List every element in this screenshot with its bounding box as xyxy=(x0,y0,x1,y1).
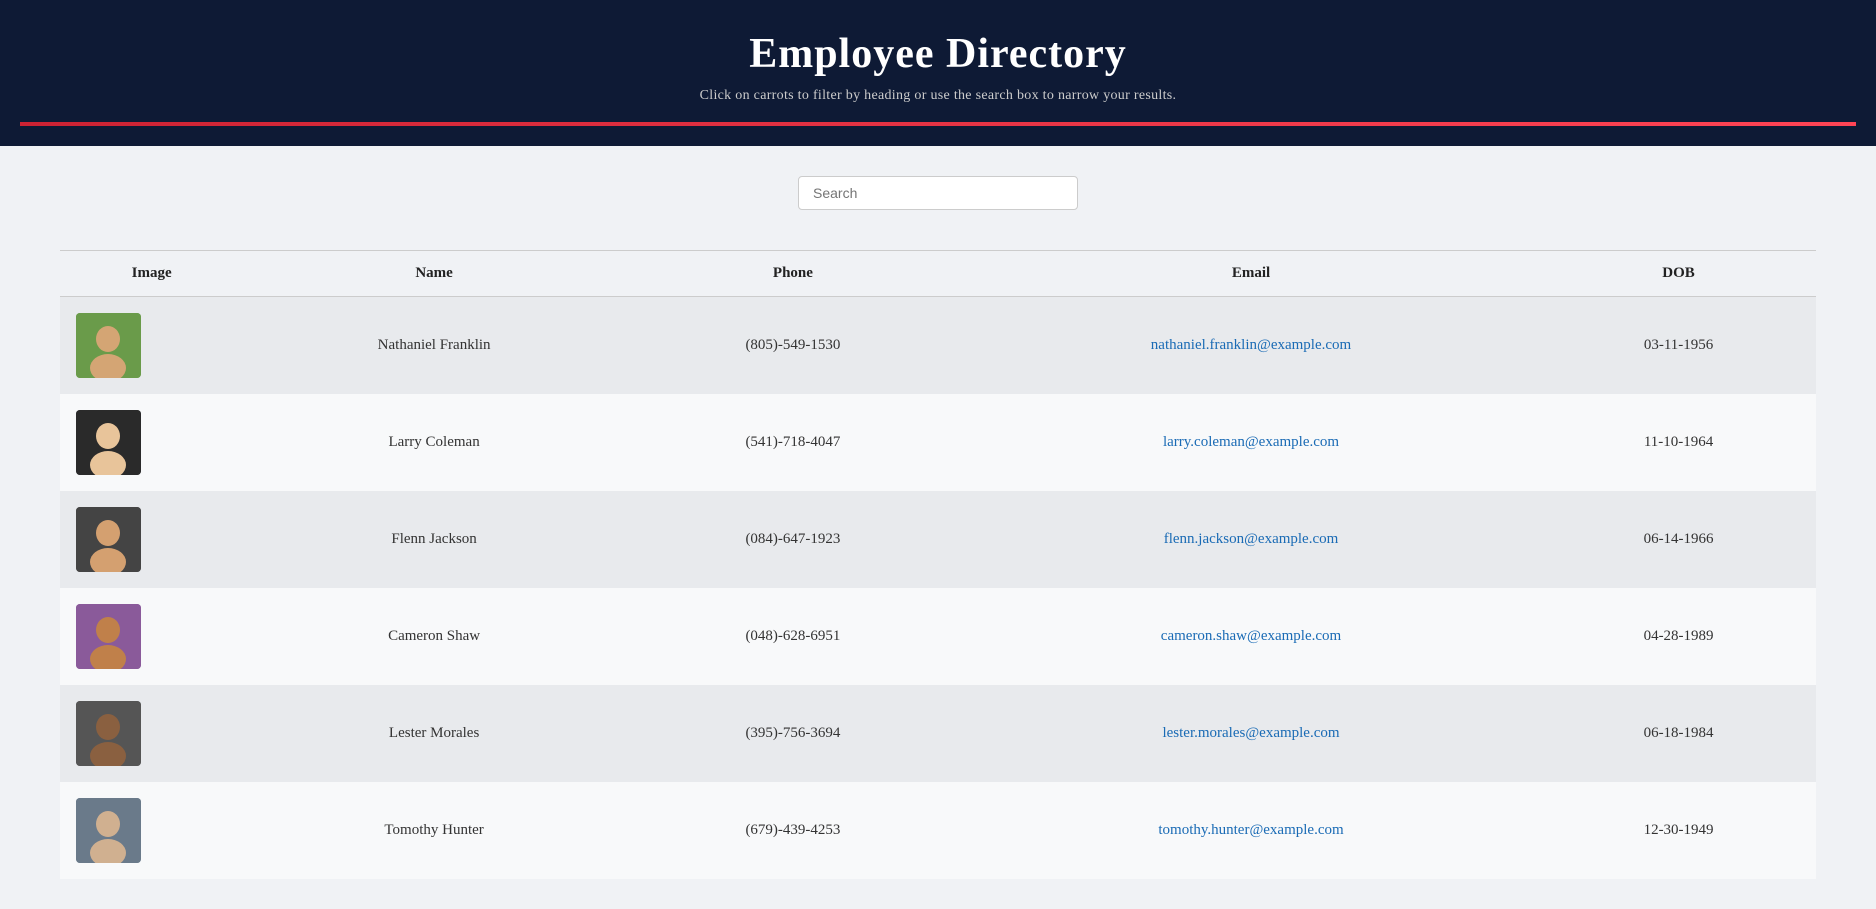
avatar xyxy=(76,798,141,863)
avatar xyxy=(76,313,141,378)
employee-dob: 04-28-1989 xyxy=(1541,588,1816,685)
avatar xyxy=(76,507,141,572)
employee-email-link[interactable]: nathaniel.franklin@example.com xyxy=(1151,337,1351,353)
employee-image-cell xyxy=(60,685,243,782)
employee-email[interactable]: flenn.jackson@example.com xyxy=(961,491,1541,588)
employee-email[interactable]: lester.morales@example.com xyxy=(961,685,1541,782)
employee-email-link[interactable]: cameron.shaw@example.com xyxy=(1161,628,1341,644)
table-row: Larry Coleman(541)-718-4047 larry.coleman… xyxy=(60,394,1816,491)
employee-name: Lester Morales xyxy=(243,685,625,782)
col-header-dob[interactable]: DOB xyxy=(1541,251,1816,297)
employee-phone: (048)-628-6951 xyxy=(625,588,961,685)
search-input[interactable] xyxy=(798,176,1078,210)
avatar xyxy=(76,701,141,766)
employee-image-cell xyxy=(60,297,243,395)
employee-name: Larry Coleman xyxy=(243,394,625,491)
col-header-image[interactable]: Image xyxy=(60,251,243,297)
col-header-email[interactable]: Email xyxy=(961,251,1541,297)
page-header: Employee Directory Click on carrots to f… xyxy=(0,0,1876,146)
employee-email[interactable]: larry.coleman@example.com xyxy=(961,394,1541,491)
employee-phone: (395)-756-3694 xyxy=(625,685,961,782)
employee-name: Cameron Shaw xyxy=(243,588,625,685)
employee-dob: 06-18-1984 xyxy=(1541,685,1816,782)
table-row: Nathaniel Franklin(805)-549-1530 nathanie… xyxy=(60,297,1816,395)
table-container: Image Name Phone Email DOB Nathaniel Fra… xyxy=(0,240,1876,909)
page-title: Employee Directory xyxy=(20,30,1856,78)
search-area xyxy=(0,146,1876,240)
employee-image-cell xyxy=(60,491,243,588)
employee-name: Flenn Jackson xyxy=(243,491,625,588)
employee-email-link[interactable]: tomothy.hunter@example.com xyxy=(1158,822,1343,838)
employee-dob: 11-10-1964 xyxy=(1541,394,1816,491)
page-subtitle: Click on carrots to filter by heading or… xyxy=(20,88,1856,104)
employee-email-link[interactable]: flenn.jackson@example.com xyxy=(1164,531,1339,547)
employee-dob: 03-11-1956 xyxy=(1541,297,1816,395)
employee-name: Tomothy Hunter xyxy=(243,782,625,879)
employee-phone: (805)-549-1530 xyxy=(625,297,961,395)
employee-table: Image Name Phone Email DOB Nathaniel Fra… xyxy=(60,250,1816,879)
employee-name: Nathaniel Franklin xyxy=(243,297,625,395)
employee-image-cell xyxy=(60,394,243,491)
employee-email[interactable]: tomothy.hunter@example.com xyxy=(961,782,1541,879)
table-body: Nathaniel Franklin(805)-549-1530 nathanie… xyxy=(60,297,1816,880)
employee-email-link[interactable]: larry.coleman@example.com xyxy=(1163,434,1339,450)
table-row: Flenn Jackson(084)-647-1923 flenn.jackson… xyxy=(60,491,1816,588)
header-divider xyxy=(20,122,1856,126)
avatar xyxy=(76,410,141,475)
employee-dob: 12-30-1949 xyxy=(1541,782,1816,879)
employee-dob: 06-14-1966 xyxy=(1541,491,1816,588)
employee-phone: (084)-647-1923 xyxy=(625,491,961,588)
employee-image-cell xyxy=(60,588,243,685)
table-row: Cameron Shaw(048)-628-6951 cameron.shaw@e… xyxy=(60,588,1816,685)
employee-phone: (679)-439-4253 xyxy=(625,782,961,879)
employee-image-cell xyxy=(60,782,243,879)
employee-phone: (541)-718-4047 xyxy=(625,394,961,491)
table-row: Tomothy Hunter(679)-439-4253 tomothy.hunt… xyxy=(60,782,1816,879)
table-row: Lester Morales(395)-756-3694 lester.moral… xyxy=(60,685,1816,782)
employee-email-link[interactable]: lester.morales@example.com xyxy=(1162,725,1339,741)
employee-email[interactable]: cameron.shaw@example.com xyxy=(961,588,1541,685)
col-header-name[interactable]: Name xyxy=(243,251,625,297)
employee-email[interactable]: nathaniel.franklin@example.com xyxy=(961,297,1541,395)
avatar xyxy=(76,604,141,669)
col-header-phone[interactable]: Phone xyxy=(625,251,961,297)
table-header: Image Name Phone Email DOB xyxy=(60,251,1816,297)
